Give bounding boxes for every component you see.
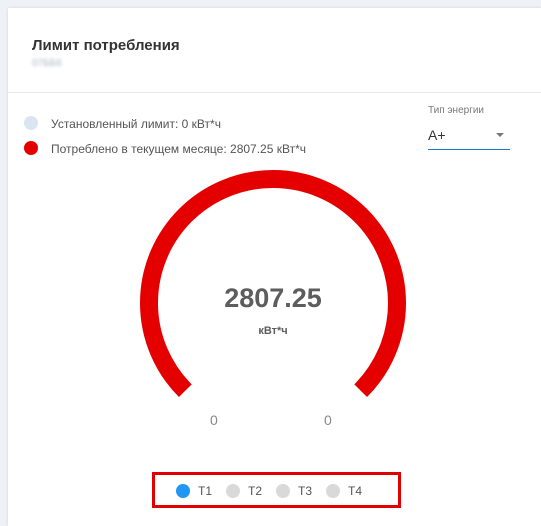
tariff-option-t2[interactable]: T2: [226, 484, 262, 498]
select-underline: [428, 149, 510, 150]
gauge-max-label: 0: [324, 412, 332, 428]
tariff-radio-t2[interactable]: [226, 484, 241, 498]
energy-type-label: Тип энергии: [428, 105, 485, 116]
tariff-label-t1: T1: [198, 484, 213, 498]
tariff-label-t3: T3: [298, 484, 313, 498]
tariff-radio-t4[interactable]: [326, 484, 341, 498]
gauge-unit: кВт*ч: [258, 325, 288, 337]
energy-type-value: А+: [428, 127, 446, 143]
legend-dot-limit: [24, 116, 38, 130]
gauge-value: 2807.25: [224, 283, 322, 313]
legend-label-limit: Установленный лимит: 0 кВт*ч: [51, 117, 221, 131]
card-title: Лимит потребления: [32, 37, 180, 54]
legend-dot-consumed: [24, 141, 38, 155]
tariff-option-t4[interactable]: T4: [326, 484, 362, 498]
tariff-selector: T1 T2 T3 T4: [176, 482, 376, 500]
tariff-option-t1[interactable]: T1: [176, 484, 212, 498]
tariff-radio-t1[interactable]: [176, 484, 190, 498]
gauge-min-label: 0: [210, 412, 218, 428]
tariff-option-t3[interactable]: T3: [276, 484, 312, 498]
dropdown-arrow-icon: [496, 133, 504, 137]
card-header: Лимит потребления 07ББ6: [8, 8, 541, 93]
energy-type-select[interactable]: Тип энергии А+: [428, 102, 510, 150]
tariff-label-t4: T4: [348, 484, 363, 498]
tariff-radio-t3[interactable]: [276, 484, 291, 498]
legend-label-consumed: Потреблено в текущем месяце: 2807.25 кВт…: [51, 142, 306, 156]
tariff-label-t2: T2: [248, 484, 263, 498]
card-subtitle: 07ББ6: [32, 58, 62, 69]
